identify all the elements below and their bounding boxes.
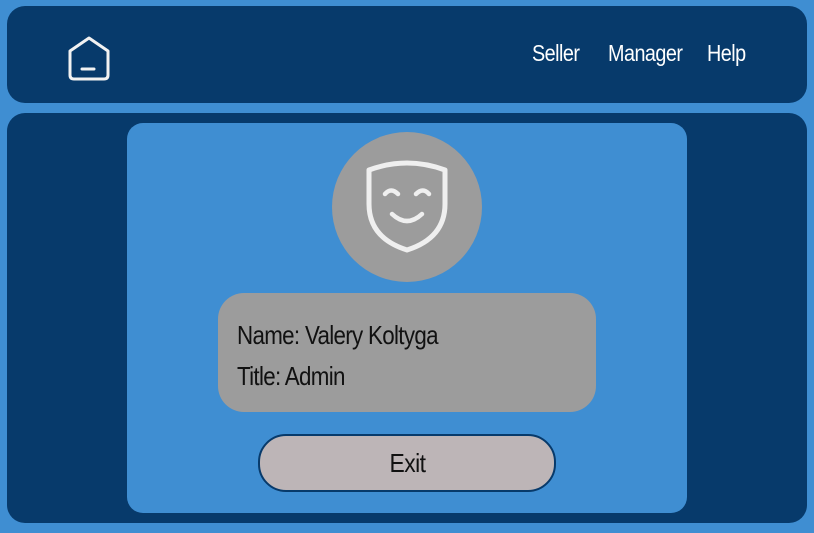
exit-button[interactable]: Exit (258, 434, 556, 492)
home-icon[interactable] (64, 33, 114, 83)
profile-name: Name: Valery Koltyga (237, 320, 439, 350)
nav-link-manager[interactable]: Manager (608, 37, 683, 69)
avatar (332, 132, 482, 282)
nav-link-help[interactable]: Help (707, 37, 746, 69)
main-panel: Name: Valery Koltyga Title: Admin Exit (7, 113, 807, 523)
profile-card: Name: Valery Koltyga Title: Admin Exit (127, 123, 687, 513)
top-navigation-bar: Seller Manager Help (7, 6, 807, 103)
smiling-mask-icon (366, 160, 448, 253)
profile-info-box: Name: Valery Koltyga Title: Admin (218, 293, 596, 412)
profile-title: Title: Admin (237, 361, 345, 391)
nav-link-seller[interactable]: Seller (532, 37, 580, 69)
exit-button-label: Exit (388, 447, 426, 478)
